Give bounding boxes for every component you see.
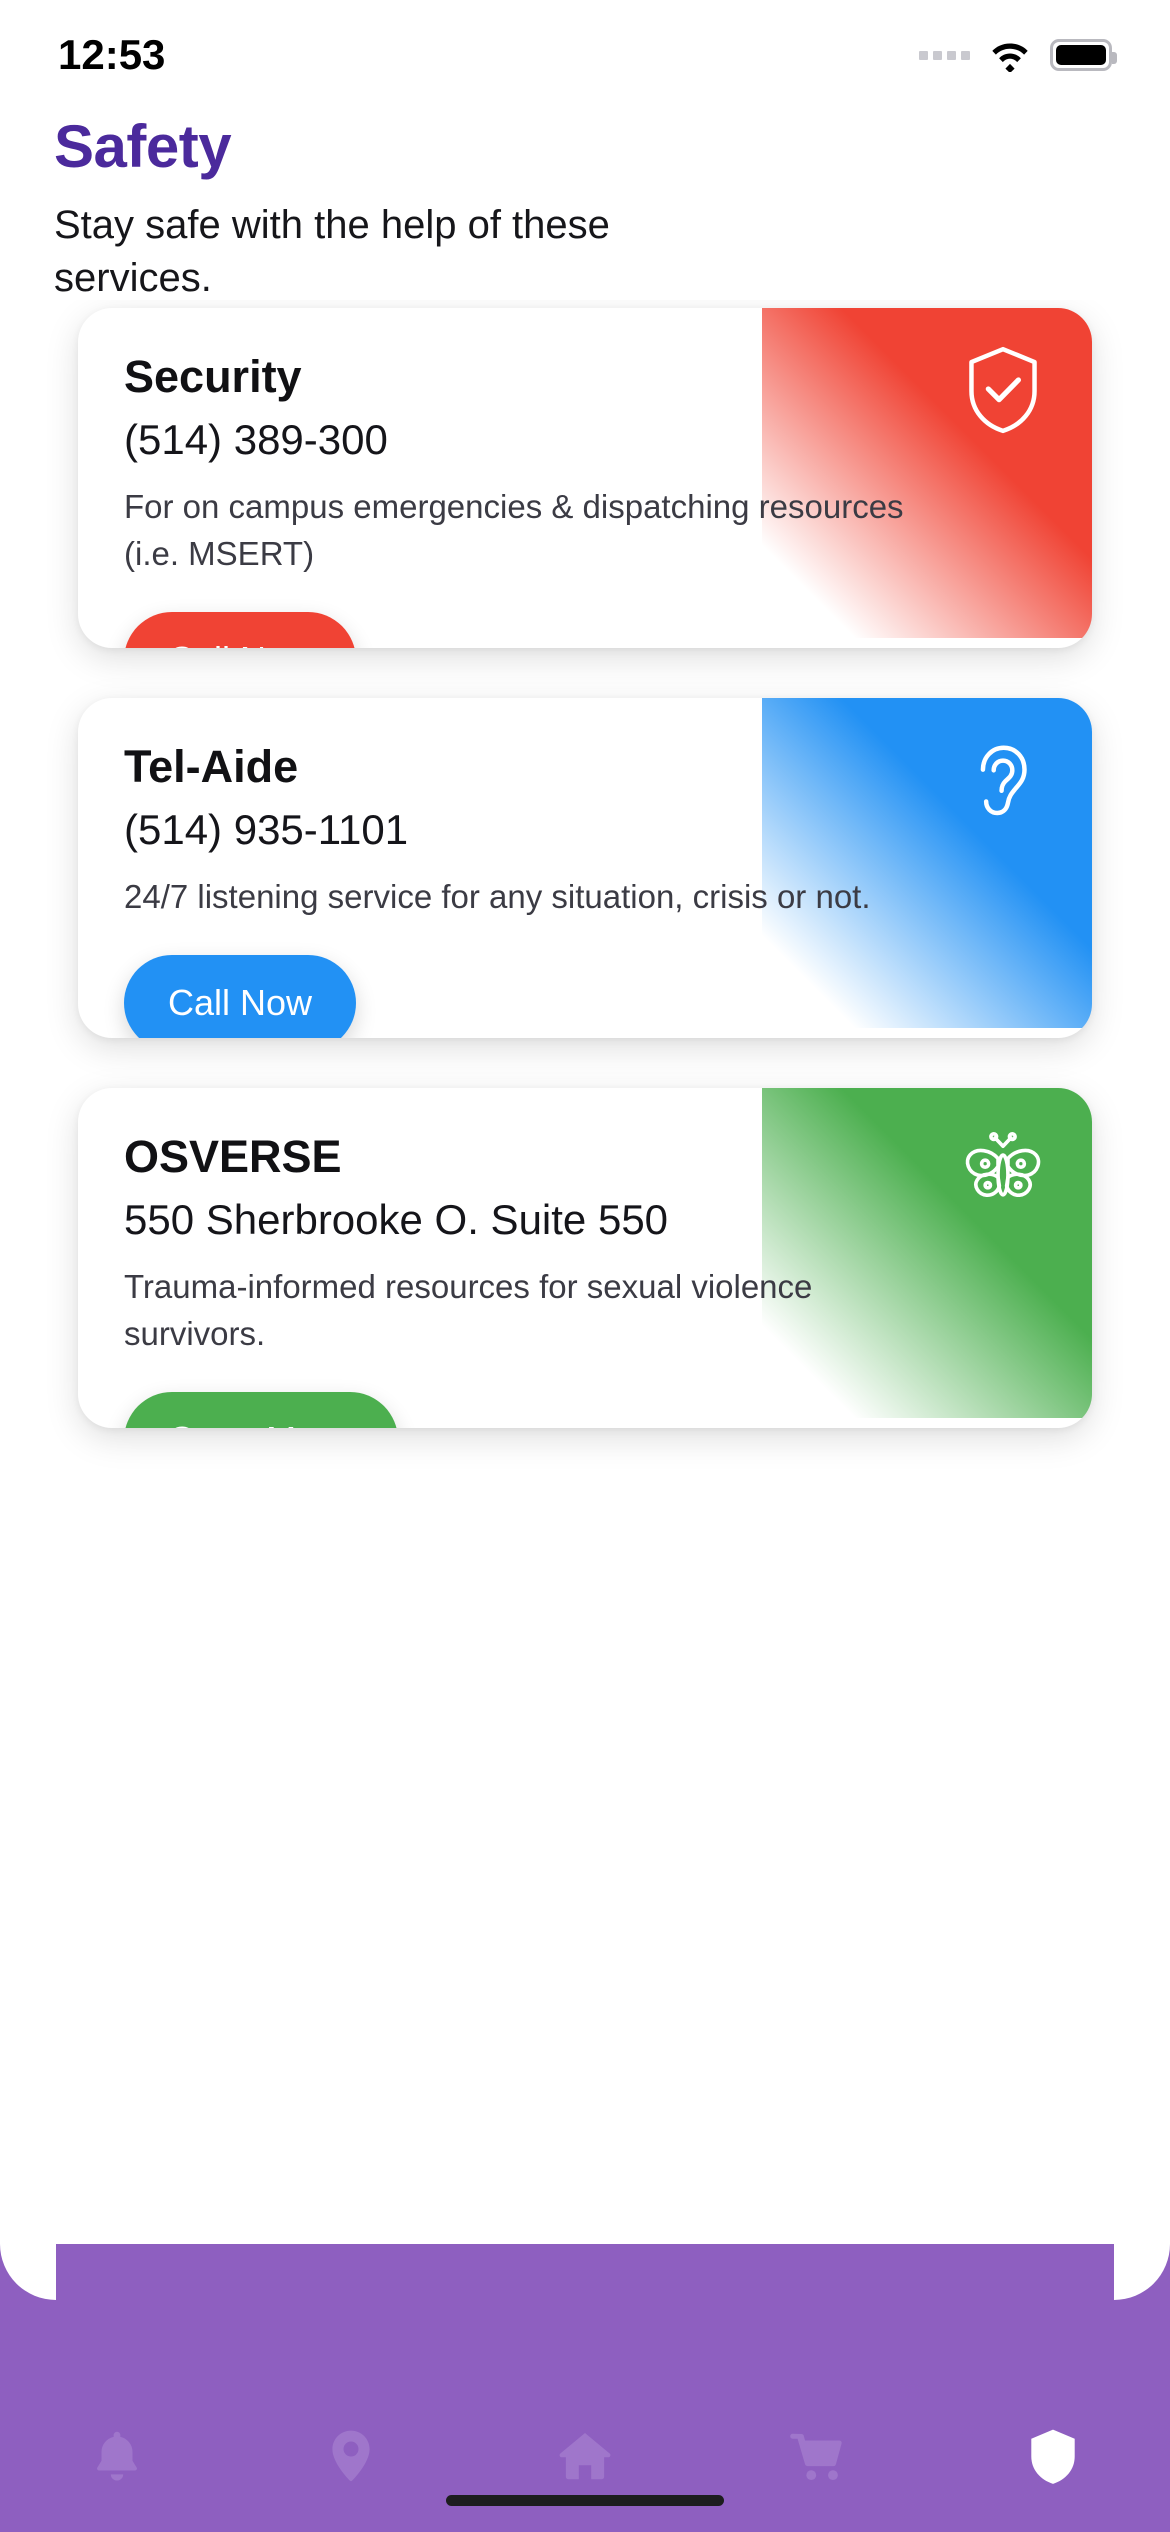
status-indicators: [919, 38, 1117, 74]
call-now-button-tel-aide[interactable]: Call Now: [124, 954, 357, 1038]
card-body: Security (514) 389-300 For on campus eme…: [78, 308, 1092, 648]
signal-dots-icon: [919, 50, 970, 60]
home-indicator: [446, 2495, 724, 2506]
bottom-tab-bar[interactable]: [0, 2380, 1170, 2532]
service-card-tel-aide[interactable]: Tel-Aide (514) 935-1101 24/7 listening s…: [78, 698, 1092, 1038]
status-bar: 12:53: [0, 0, 1170, 110]
battery-full-icon: [1050, 39, 1117, 71]
tab-map[interactable]: [251, 2380, 451, 2532]
tab-home[interactable]: [485, 2380, 685, 2532]
card-title: Security: [124, 351, 302, 402]
page-title: Safety: [54, 113, 232, 180]
wifi-icon: [988, 38, 1032, 74]
open-maps-button-osverse[interactable]: Open Maps: [124, 1391, 399, 1428]
tab-safety[interactable]: [953, 2380, 1153, 2532]
card-title: OSVERSE: [124, 1131, 342, 1182]
card-detail: 550 Sherbrooke O. Suite 550: [124, 1195, 669, 1243]
tab-shop[interactable]: [719, 2380, 919, 2532]
shield-icon: [1031, 2429, 1075, 2484]
card-detail: (514) 935-1101: [124, 805, 409, 853]
call-now-button-security[interactable]: Call Now: [124, 611, 357, 648]
card-title: Tel-Aide: [124, 741, 299, 792]
shopping-cart-icon: [790, 2433, 842, 2481]
card-description: 24/7 listening service for any situation…: [124, 877, 871, 915]
bell-icon: [97, 2431, 137, 2481]
page-subtitle: Stay safe with the help of these service…: [54, 203, 610, 300]
sheet-corner-mask: [0, 2244, 1170, 2300]
service-card-security[interactable]: Security (514) 389-300 For on campus eme…: [78, 308, 1092, 648]
card-body: OSVERSE 550 Sherbrooke O. Suite 550 Trau…: [78, 1088, 1092, 1428]
tab-notifications[interactable]: [17, 2380, 217, 2532]
card-detail: (514) 389-300: [124, 415, 388, 463]
status-time: 12:53: [58, 31, 166, 78]
card-description: For on campus emergencies & dispatching …: [124, 487, 904, 572]
location-pin-icon: [332, 2430, 370, 2482]
card-description: Trauma-informed resources for sexual vio…: [124, 1267, 813, 1352]
page-header: Safety Stay safe with the help of these …: [54, 112, 1114, 305]
service-card-osverse[interactable]: OSVERSE 550 Sherbrooke O. Suite 550 Trau…: [78, 1088, 1092, 1428]
home-icon: [559, 2433, 611, 2480]
card-body: Tel-Aide (514) 935-1101 24/7 listening s…: [78, 698, 1092, 1038]
service-card-list[interactable]: Security (514) 389-300 For on campus eme…: [0, 300, 1170, 2390]
app-screen: 12:53 Safety Stay safe with the help of …: [0, 0, 1170, 2532]
